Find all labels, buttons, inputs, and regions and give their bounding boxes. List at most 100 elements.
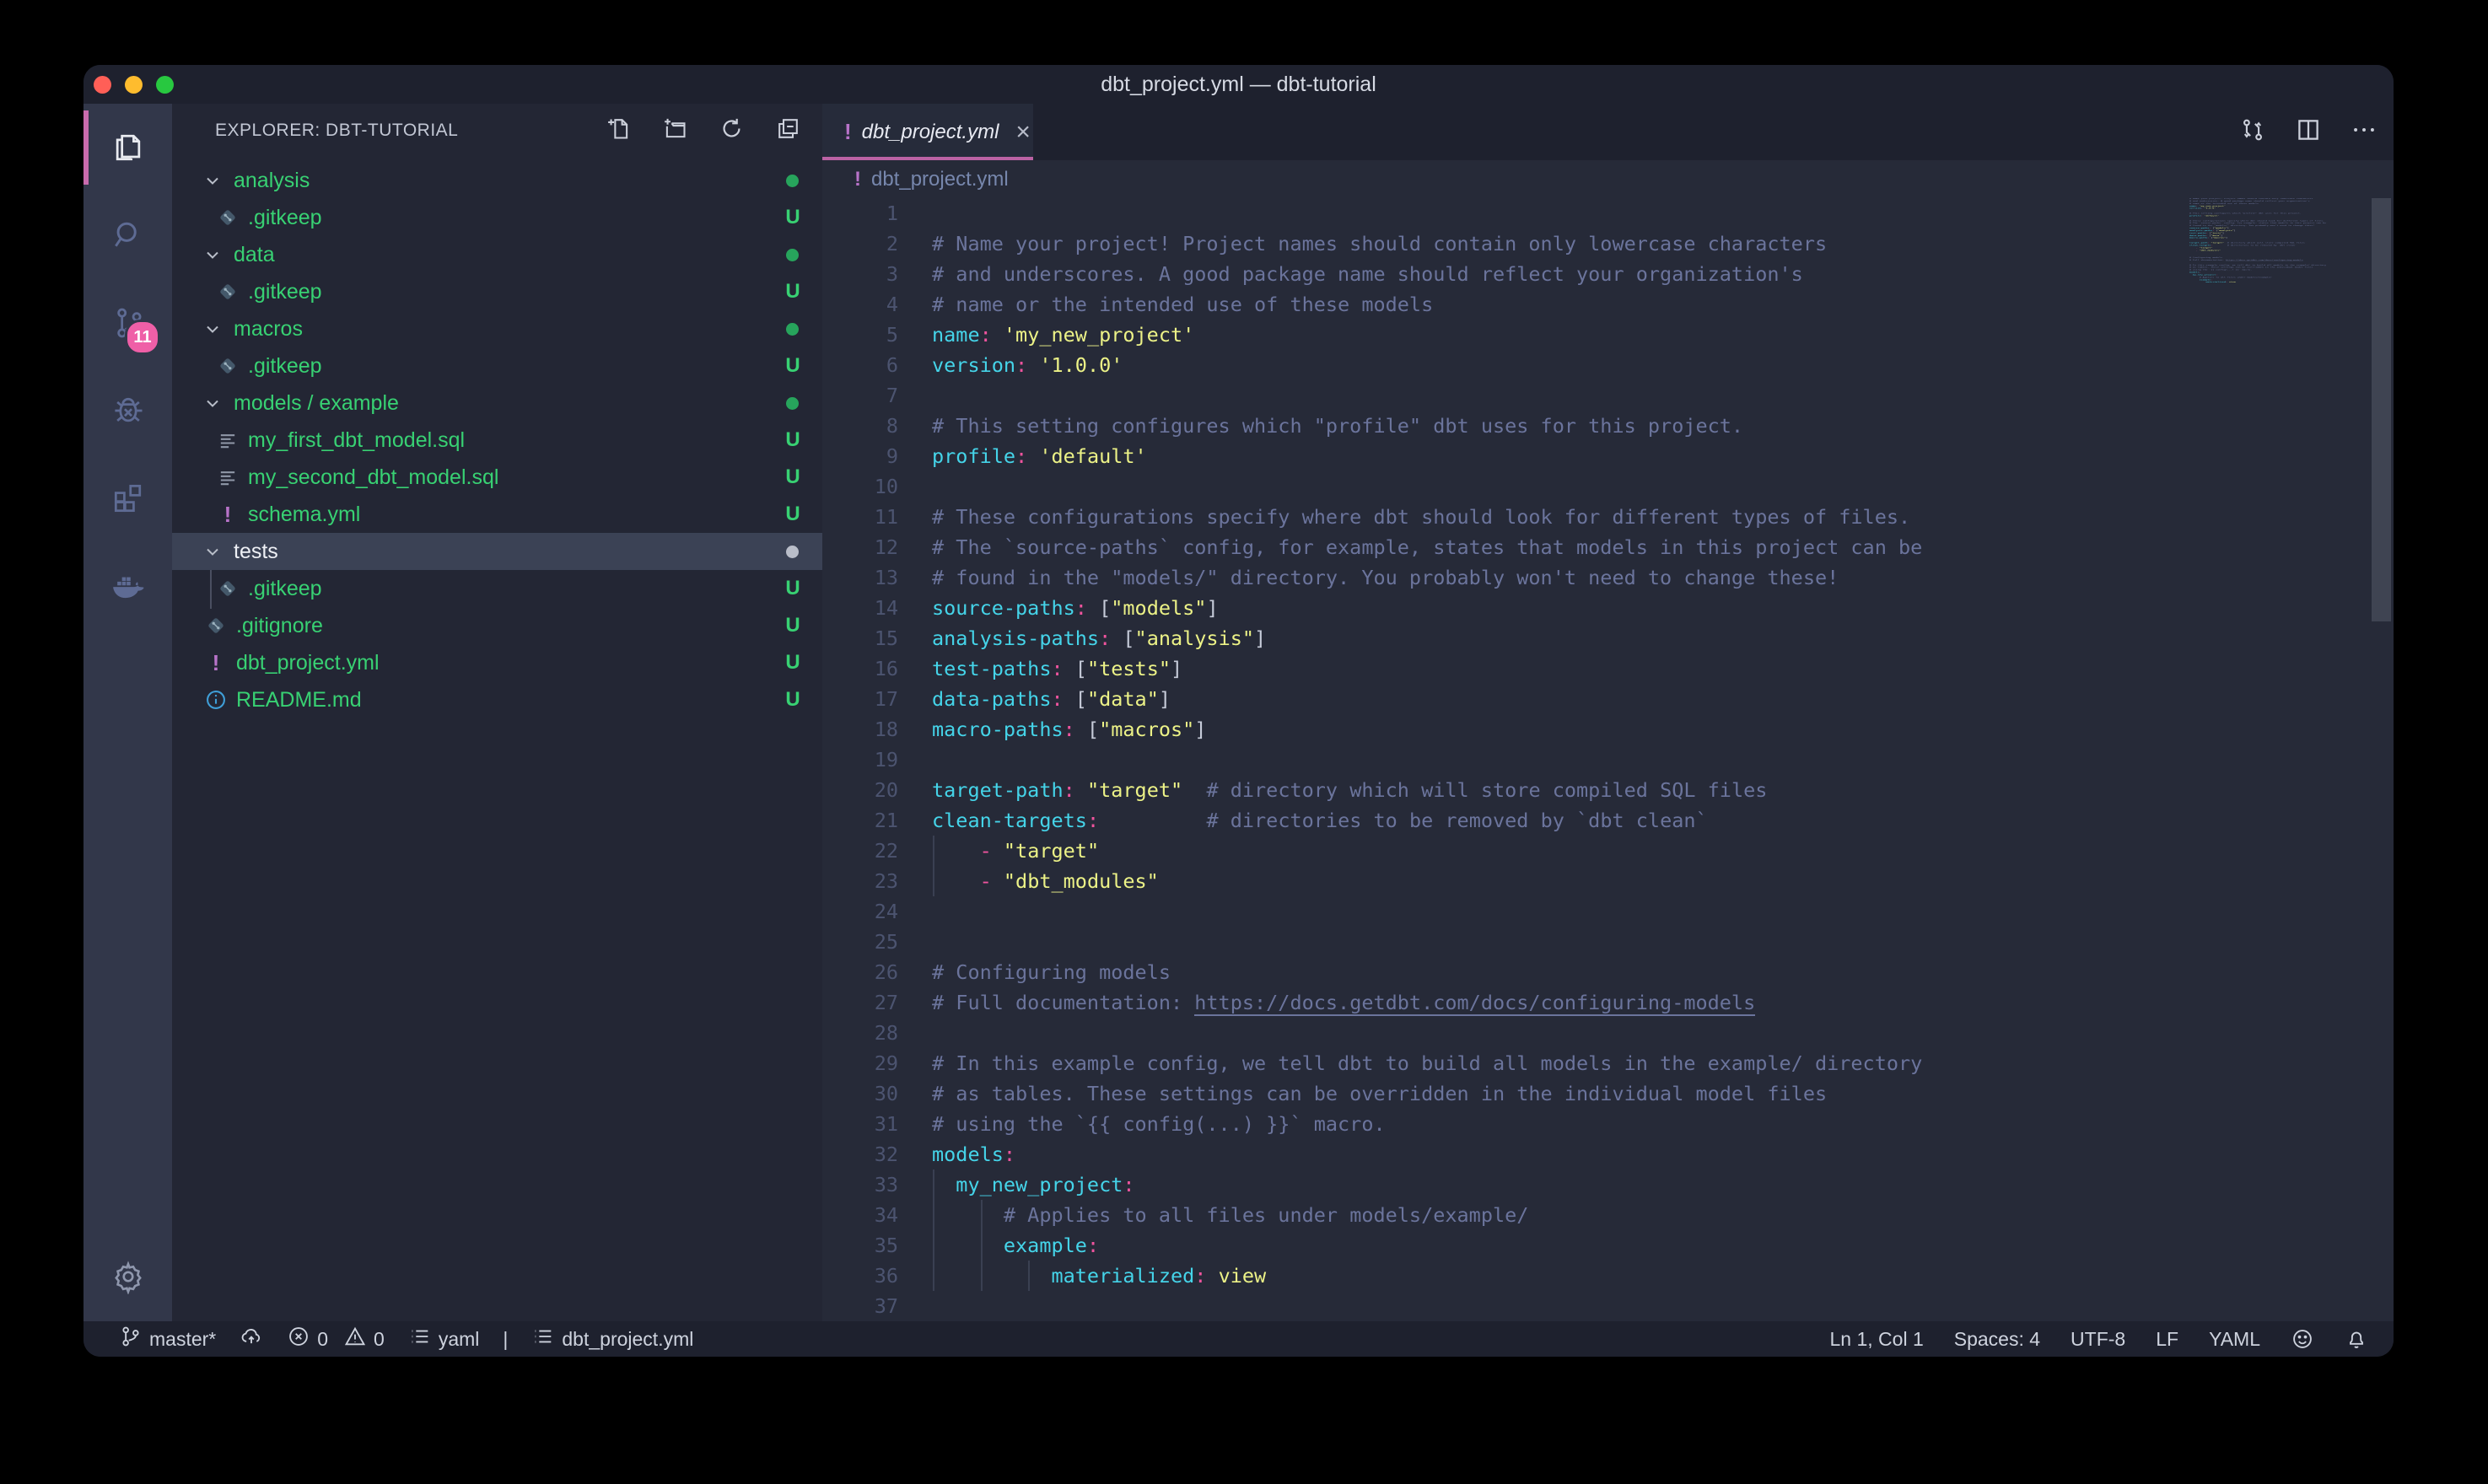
code-content[interactable]: # Name your project! Project names shoul… (932, 198, 1922, 1321)
code-line: # The `source-paths` config, for example… (932, 532, 1922, 562)
eol-status[interactable]: LF (2156, 1328, 2178, 1351)
line-number: 15 (822, 623, 898, 653)
refresh-icon[interactable] (718, 115, 746, 147)
tree-folder-analysis[interactable]: analysis (172, 162, 822, 199)
collapse-all-icon[interactable] (774, 115, 802, 147)
new-folder-icon[interactable] (661, 115, 689, 147)
code-line: # found in the "models/" directory. You … (932, 562, 1922, 593)
chevron-down-icon (202, 541, 223, 562)
code-line: test-paths: ["tests"] (932, 653, 1922, 684)
line-number: 1 (822, 198, 898, 229)
tree-file-dbt-project-yml[interactable]: !dbt_project.ymlU (172, 644, 822, 681)
tree-file-schema-yml[interactable]: !schema.ymlU (172, 496, 822, 533)
code-line: my_new_project: (932, 1169, 1922, 1200)
tree-folder-models-example[interactable]: models / example (172, 384, 822, 422)
code-editor[interactable]: 1234567891011121314151617181920212223242… (822, 198, 2394, 1321)
activity-docker-icon[interactable] (83, 542, 172, 630)
line-number: 19 (822, 745, 898, 775)
activity-search-icon[interactable] (83, 191, 172, 279)
code-line (932, 896, 1922, 927)
tree-file--gitignore[interactable]: .gitignoreU (172, 607, 822, 644)
tree-folder-data[interactable]: data (172, 236, 822, 273)
branch-status[interactable]: master* (119, 1325, 216, 1353)
activity-debug-icon[interactable] (83, 367, 172, 454)
editor-group: ! dbt_project.yml × ! dbt_project.yml 1 2… (822, 104, 2394, 1321)
editor-scrollbar[interactable] (2372, 198, 2391, 621)
file-tree: analysis.gitkeepUdata.gitkeepUmacros.git… (172, 162, 822, 718)
breadcrumb-file[interactable]: dbt_project.yml (871, 168, 1009, 191)
status-bar: master* 0 0 yaml | dbt_project.yml Ln (83, 1321, 2394, 1357)
activity-source-control-icon[interactable]: 11 (83, 279, 172, 367)
line-number: 32 (822, 1139, 898, 1169)
encoding-status[interactable]: UTF-8 (2071, 1328, 2125, 1351)
activity-files-icon[interactable] (83, 104, 172, 191)
line-number-gutter[interactable]: 1234567891011121314151617181920212223242… (822, 198, 898, 1321)
language-mode[interactable]: YAML (2209, 1328, 2260, 1351)
line-number: 34 (822, 1200, 898, 1230)
tab-dbt-project-yml[interactable]: ! dbt_project.yml × (822, 104, 1033, 160)
code-line: source-paths: ["models"] (932, 593, 1922, 623)
code-line (932, 745, 1922, 775)
problems-status[interactable]: 0 0 (287, 1325, 385, 1353)
line-number: 24 (822, 896, 898, 927)
zoom-window-button[interactable] (156, 76, 174, 94)
line-number: 7 (822, 380, 898, 411)
tree-file-my-second-dbt-model-sql[interactable]: my_second_dbt_model.sqlU (172, 459, 822, 496)
explorer-title: EXPLORER: DBT-TUTORIAL (215, 121, 458, 141)
untracked-badge: U (778, 465, 808, 489)
code-line: - "target" (932, 836, 1922, 866)
yaml-file-icon: ! (216, 503, 240, 526)
tree-file--gitkeep[interactable]: .gitkeepU (172, 570, 822, 607)
tree-file--gitkeep[interactable]: .gitkeepU (172, 199, 822, 236)
split-editor-icon[interactable] (2294, 116, 2323, 148)
line-number: 23 (822, 866, 898, 896)
tree-folder-tests[interactable]: tests (172, 533, 822, 570)
untracked-badge: U (778, 354, 808, 378)
tree-file-readme-md[interactable]: README.mdU (172, 681, 822, 718)
tab-bar: ! dbt_project.yml × (822, 104, 2394, 160)
window-title: dbt_project.yml — dbt-tutorial (1101, 73, 1376, 97)
close-window-button[interactable] (94, 76, 111, 94)
feedback-smiley-icon[interactable] (2291, 1327, 2314, 1351)
activity-bar: 11 (83, 104, 172, 1321)
code-line: - "dbt_modules" (932, 866, 1922, 896)
minimize-window-button[interactable] (125, 76, 143, 94)
sync-status[interactable] (240, 1325, 263, 1353)
code-line: # Full documentation: https://docs.getdb… (932, 987, 1922, 1018)
compare-changes-icon[interactable] (2238, 116, 2267, 148)
code-line: # Applies to all files under models/exam… (932, 1200, 1922, 1230)
title-bar[interactable]: dbt_project.yml — dbt-tutorial (83, 65, 2394, 104)
git-file-icon (204, 614, 228, 637)
line-number: 10 (822, 471, 898, 502)
tree-file--gitkeep[interactable]: .gitkeepU (172, 273, 822, 310)
untracked-badge: U (778, 280, 808, 304)
yaml-file-icon: ! (844, 119, 852, 145)
close-tab-icon[interactable]: × (1015, 120, 1031, 145)
traffic-lights (94, 76, 174, 94)
new-file-icon[interactable] (605, 115, 633, 147)
tree-folder-macros[interactable]: macros (172, 310, 822, 347)
line-number: 17 (822, 684, 898, 714)
line-number: 3 (822, 259, 898, 289)
line-number: 33 (822, 1169, 898, 1200)
breadcrumb[interactable]: ! dbt_project.yml (822, 160, 2394, 198)
tree-file-my-first-dbt-model-sql[interactable]: my_first_dbt_model.sqlU (172, 422, 822, 459)
activity-extensions-icon[interactable] (83, 454, 172, 542)
tree-item-label: macros (234, 317, 303, 341)
indentation-status[interactable]: Spaces: 4 (1954, 1328, 2040, 1351)
tree-item-label: data (234, 243, 275, 267)
more-actions-icon[interactable] (2350, 116, 2378, 148)
minimap[interactable]: # Name your project! Project names shoul… (2189, 198, 2326, 286)
task-dbt-project[interactable]: dbt_project.yml (531, 1325, 693, 1353)
git-branch-icon (119, 1325, 143, 1353)
tree-item-label: dbt_project.yml (236, 651, 380, 675)
tree-file--gitkeep[interactable]: .gitkeepU (172, 347, 822, 384)
gear-icon[interactable] (83, 1247, 172, 1306)
line-number: 30 (822, 1078, 898, 1109)
tree-item-label: .gitkeep (248, 577, 322, 601)
line-number: 14 (822, 593, 898, 623)
notifications-bell-icon[interactable] (2345, 1327, 2368, 1351)
cursor-position[interactable]: Ln 1, Col 1 (1830, 1328, 1924, 1351)
line-number: 27 (822, 987, 898, 1018)
task-yaml[interactable]: yaml (408, 1325, 480, 1353)
